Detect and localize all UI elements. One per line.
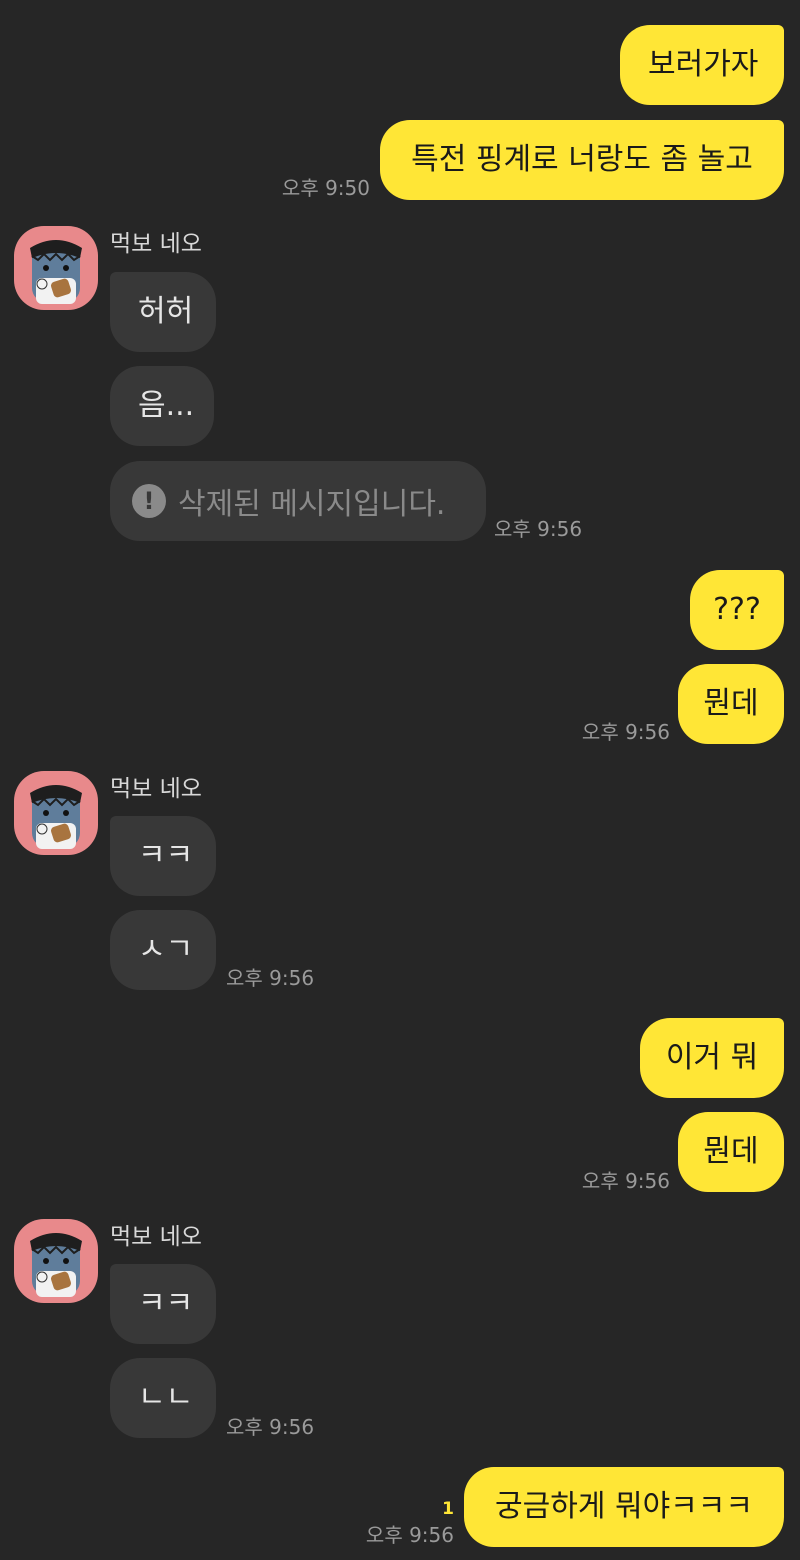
unread-count-badge: 1: [442, 1499, 454, 1519]
sent-message-bubble[interactable]: 뭔데: [678, 664, 784, 744]
sent-message-bubble[interactable]: 이거 뭐: [640, 1018, 784, 1098]
deleted-message-bubble[interactable]: ! 삭제된 메시지입니다.: [110, 461, 486, 541]
avatar[interactable]: [14, 771, 98, 855]
message-timestamp: 오후 9:56: [494, 517, 583, 541]
bear-character-icon: [30, 240, 82, 304]
bear-character-icon: [30, 1233, 82, 1297]
received-message-bubble[interactable]: 허허: [110, 272, 216, 352]
message-timestamp: 오후 9:56: [365, 1523, 454, 1547]
received-message-bubble[interactable]: ㅋㅋ: [110, 1264, 216, 1344]
deleted-message-text: 삭제된 메시지입니다.: [178, 487, 446, 522]
message-timestamp: 오후 9:56: [226, 966, 315, 990]
exclamation-circle-icon: !: [132, 484, 166, 518]
sender-name: 먹보 네오: [110, 231, 202, 257]
sent-message-bubble[interactable]: 뭔데: [678, 1112, 784, 1192]
received-message-bubble[interactable]: ㄴㄴ: [110, 1358, 216, 1438]
received-message-bubble[interactable]: ㅅㄱ: [110, 910, 216, 990]
avatar[interactable]: [14, 226, 98, 310]
avatar[interactable]: [14, 1219, 98, 1303]
received-message-bubble[interactable]: 음...: [110, 366, 214, 446]
sender-name: 먹보 네오: [110, 776, 202, 802]
sender-name: 먹보 네오: [110, 1224, 202, 1250]
sent-message-bubble[interactable]: 특전 핑계로 너랑도 좀 놀고: [380, 120, 784, 200]
message-timestamp: 오후 9:56: [581, 720, 670, 744]
received-message-bubble[interactable]: ㅋㅋ: [110, 816, 216, 896]
message-timestamp: 오후 9:50: [281, 176, 370, 200]
message-timestamp: 오후 9:56: [581, 1169, 670, 1193]
sent-message-bubble[interactable]: 보러가자: [620, 25, 784, 105]
message-timestamp: 오후 9:56: [226, 1415, 315, 1439]
sent-message-bubble[interactable]: ???: [690, 570, 784, 650]
bear-character-icon: [30, 785, 82, 849]
sent-message-bubble[interactable]: 궁금하게 뭐야ㅋㅋㅋ: [464, 1467, 784, 1547]
